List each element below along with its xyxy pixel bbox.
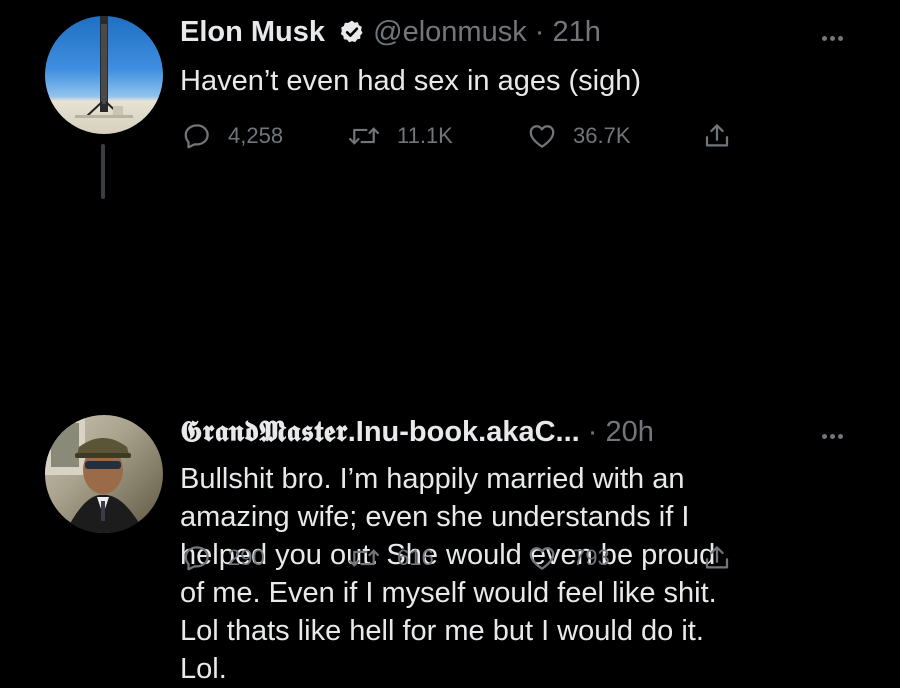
tweet-header: Elon Musk @elonmusk · 21h xyxy=(180,15,601,53)
share-button[interactable] xyxy=(702,118,732,154)
like-button[interactable]: 793 xyxy=(527,540,610,576)
thread-connector xyxy=(101,144,105,199)
reply-icon xyxy=(184,124,209,149)
retweet-count: 11.1K xyxy=(397,123,453,148)
reply-count: 4,258 xyxy=(228,123,284,148)
like-button[interactable]: 36.7K xyxy=(527,118,631,154)
retweet-icon xyxy=(348,127,380,145)
more-icon[interactable] xyxy=(822,28,848,41)
display-name[interactable]: Elon Musk xyxy=(180,16,325,48)
share-icon xyxy=(705,546,729,569)
like-count: 793 xyxy=(573,545,610,570)
display-name-stylized[interactable]: 𝕲𝖗𝖆𝖓𝖉𝕸𝖆𝖘𝖙𝖊𝖗 xyxy=(180,414,348,448)
tweet-actions: 290 616 793 xyxy=(182,540,742,576)
timestamp[interactable]: 20h xyxy=(606,416,654,448)
avatar-grandmaster[interactable] xyxy=(45,415,163,533)
retweet-button[interactable]: 11.1K xyxy=(347,118,453,154)
share-button[interactable] xyxy=(702,540,732,576)
separator-dot: · xyxy=(587,416,598,448)
rocket-landing-image xyxy=(75,16,133,118)
reply-icon xyxy=(184,546,209,571)
tweet-reply[interactable]: 𝕲𝖗𝖆𝖓𝖉𝕸𝖆𝖘𝖙𝖊𝖗.Inu-book.akaC... · 20h Bulls… xyxy=(0,200,900,685)
handle[interactable]: @elonmusk xyxy=(373,16,527,48)
avatar-elonmusk[interactable] xyxy=(45,16,163,134)
verified-badge-icon xyxy=(339,19,365,53)
heart-icon xyxy=(529,547,555,570)
timestamp[interactable]: 21h xyxy=(553,16,601,48)
reply-count: 290 xyxy=(228,545,265,570)
heart-icon xyxy=(529,125,555,148)
more-icon[interactable] xyxy=(822,426,848,439)
separator-dot: · xyxy=(534,16,545,48)
reply-button[interactable]: 4,258 xyxy=(182,118,283,154)
profile-photo xyxy=(45,415,145,533)
retweet-button[interactable]: 616 xyxy=(347,540,434,576)
tweet-actions: 4,258 11.1K 36.7K xyxy=(182,118,742,154)
display-name[interactable]: .Inu-book.akaC... xyxy=(348,416,580,448)
like-count: 36.7K xyxy=(573,123,631,148)
share-icon xyxy=(705,124,729,147)
retweet-count: 616 xyxy=(397,545,434,570)
retweet-icon xyxy=(348,549,380,567)
reply-button[interactable]: 290 xyxy=(182,540,265,576)
tweet-elonmusk[interactable]: Elon Musk @elonmusk · 21h Haven’t even h… xyxy=(0,0,900,200)
tweet-header: 𝕲𝖗𝖆𝖓𝖉𝕸𝖆𝖘𝖙𝖊𝖗.Inu-book.akaC... · 20h xyxy=(180,414,654,449)
tweet-text: Haven’t even had sex in ages (sigh) xyxy=(180,65,642,97)
